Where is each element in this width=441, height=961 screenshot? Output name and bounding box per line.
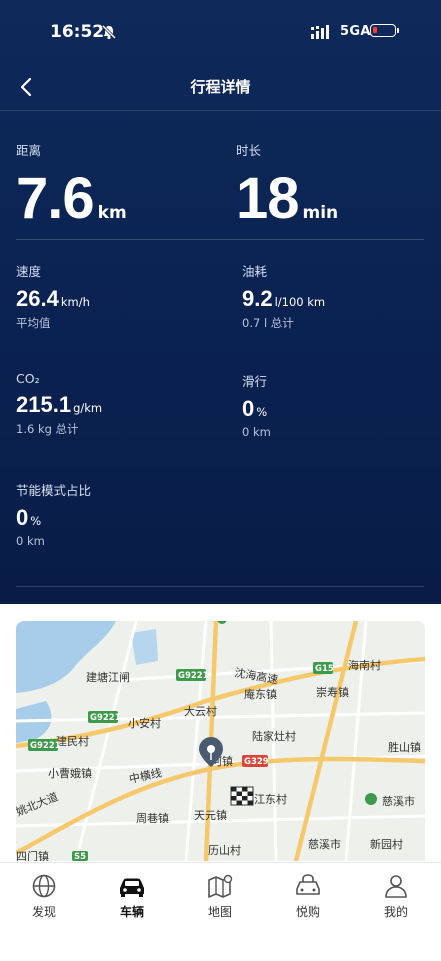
map-place-label: 江东村	[254, 792, 287, 806]
tab-profile[interactable]: 我的	[366, 873, 426, 920]
highway-shield: G9221	[178, 671, 209, 681]
map-place-label: 小安村	[128, 716, 161, 730]
map-place-label: 建塘江闸	[86, 670, 130, 684]
highway-shield: G329	[244, 757, 269, 767]
map-place-label: 天元镇	[194, 808, 227, 822]
distance-unit: km	[97, 203, 127, 223]
map-place-label: 新园村	[370, 837, 403, 851]
highway-shield: G9221	[90, 713, 121, 723]
coasting-unit: %	[256, 405, 268, 419]
finish-flag-icon[interactable]	[230, 786, 254, 806]
bottom-tab-bar: 发现 车辆 地图 悦购 我的	[0, 862, 441, 961]
coasting-value: 0	[242, 396, 255, 421]
tab-label: 发现	[31, 905, 56, 919]
speed-unit: km/h	[60, 295, 90, 309]
eco-unit: %	[30, 514, 42, 528]
eco-label: 节能模式占比	[16, 483, 92, 498]
distance-value: 7.6	[16, 166, 95, 231]
map-place-label: 建民村	[56, 734, 89, 748]
co2-label: CO₂	[16, 371, 40, 386]
page-title: 行程详情	[190, 78, 251, 96]
co2-unit: g/km	[73, 401, 103, 415]
network-type: 5GA	[340, 24, 371, 39]
eco-metric: 节能模式占比 0% 0 km	[16, 480, 91, 548]
speed-metric: 速度 26.4 km/h 平均值	[16, 261, 90, 331]
map-place-label: 历山村	[208, 843, 241, 857]
tab-vehicle[interactable]: 车辆	[102, 873, 162, 920]
fuel-unit: l/100 km	[274, 295, 326, 309]
tab-discover[interactable]: 发现	[14, 873, 74, 920]
distance-label: 距离	[16, 143, 42, 158]
speed-label: 速度	[16, 264, 42, 279]
fuel-sub: 0.7 l 总计	[242, 316, 294, 330]
duration-unit: min	[302, 203, 339, 223]
map-place-label: 慈溪市	[308, 837, 341, 851]
metrics-divider	[16, 239, 424, 240]
map-place-label: 胜山镇	[388, 740, 421, 754]
tab-label: 车辆	[119, 905, 144, 919]
tab-label: 悦购	[295, 905, 320, 919]
globe-icon	[32, 874, 56, 898]
distance-metric: 距离 7.6 km	[16, 140, 127, 232]
coasting-sub: 0 km	[242, 425, 271, 439]
mute-bell-icon	[101, 24, 117, 40]
highway-shield: S5	[74, 852, 86, 861]
duration-value: 18	[236, 166, 300, 231]
speed-value: 26.4	[16, 286, 59, 311]
highway-shield: G9221	[30, 741, 61, 751]
map-place-label: 四门镇	[16, 849, 49, 861]
park-icon	[365, 793, 377, 805]
co2-metric: CO₂ 215.1 g/km 1.6 kg 总计	[16, 371, 102, 437]
coasting-metric: 滑行 0% 0 km	[242, 371, 271, 439]
trip-summary-panel: 16:52 5GA 行程详情 距离 7.6 km 时长 18 min 速度 26.4…	[0, 0, 441, 604]
fuel-value: 9.2	[242, 286, 273, 311]
nav-divider	[0, 110, 441, 111]
co2-value: 215.1	[16, 392, 72, 417]
tab-label: 我的	[383, 905, 408, 919]
speed-sub: 平均值	[16, 316, 51, 330]
status-bar: 16:52 5GA	[0, 0, 441, 64]
duration-metric: 时长 18 min	[236, 140, 338, 232]
map-place-label: 庵东镇	[244, 687, 277, 701]
map-place-label: 陆家灶村	[252, 729, 296, 743]
map-place-label: 海南村	[348, 658, 381, 672]
coasting-label: 滑行	[242, 374, 268, 389]
tab-label: 地图	[207, 905, 232, 919]
battery-icon	[370, 24, 399, 37]
eco-value: 0	[16, 505, 29, 530]
shop-icon	[296, 874, 320, 895]
car-icon	[120, 878, 144, 897]
fuel-label: 油耗	[242, 264, 268, 279]
map-place-label: 大云村	[184, 704, 217, 718]
map-place-label: 小曹娥镇	[48, 766, 92, 780]
status-time: 16:52	[50, 22, 105, 42]
tab-map[interactable]: 地图	[190, 873, 250, 920]
map-place-label: 崇寿镇	[316, 685, 349, 699]
person-icon	[385, 875, 407, 898]
tab-shop[interactable]: 悦购	[278, 873, 338, 920]
nav-bar: 行程详情	[0, 64, 441, 110]
map-place-label: 慈溪市	[382, 794, 415, 808]
highway-shield: G15	[315, 664, 334, 674]
co2-sub: 1.6 kg 总计	[16, 422, 79, 436]
signal-icon	[311, 25, 329, 39]
duration-label: 时长	[236, 143, 262, 158]
eco-sub: 0 km	[16, 534, 45, 548]
bottom-divider	[16, 586, 424, 587]
fuel-metric: 油耗 9.2 l/100 km 0.7 l 总计	[242, 261, 325, 331]
map-place-label: 周巷镇	[136, 811, 169, 825]
trip-map[interactable]: 建塘江闸 沈海高速 海南村 庵东镇 崇寿镇 大云村 小安村 建民村 陆家灶村 胜…	[16, 621, 425, 861]
map-icon	[208, 874, 233, 898]
